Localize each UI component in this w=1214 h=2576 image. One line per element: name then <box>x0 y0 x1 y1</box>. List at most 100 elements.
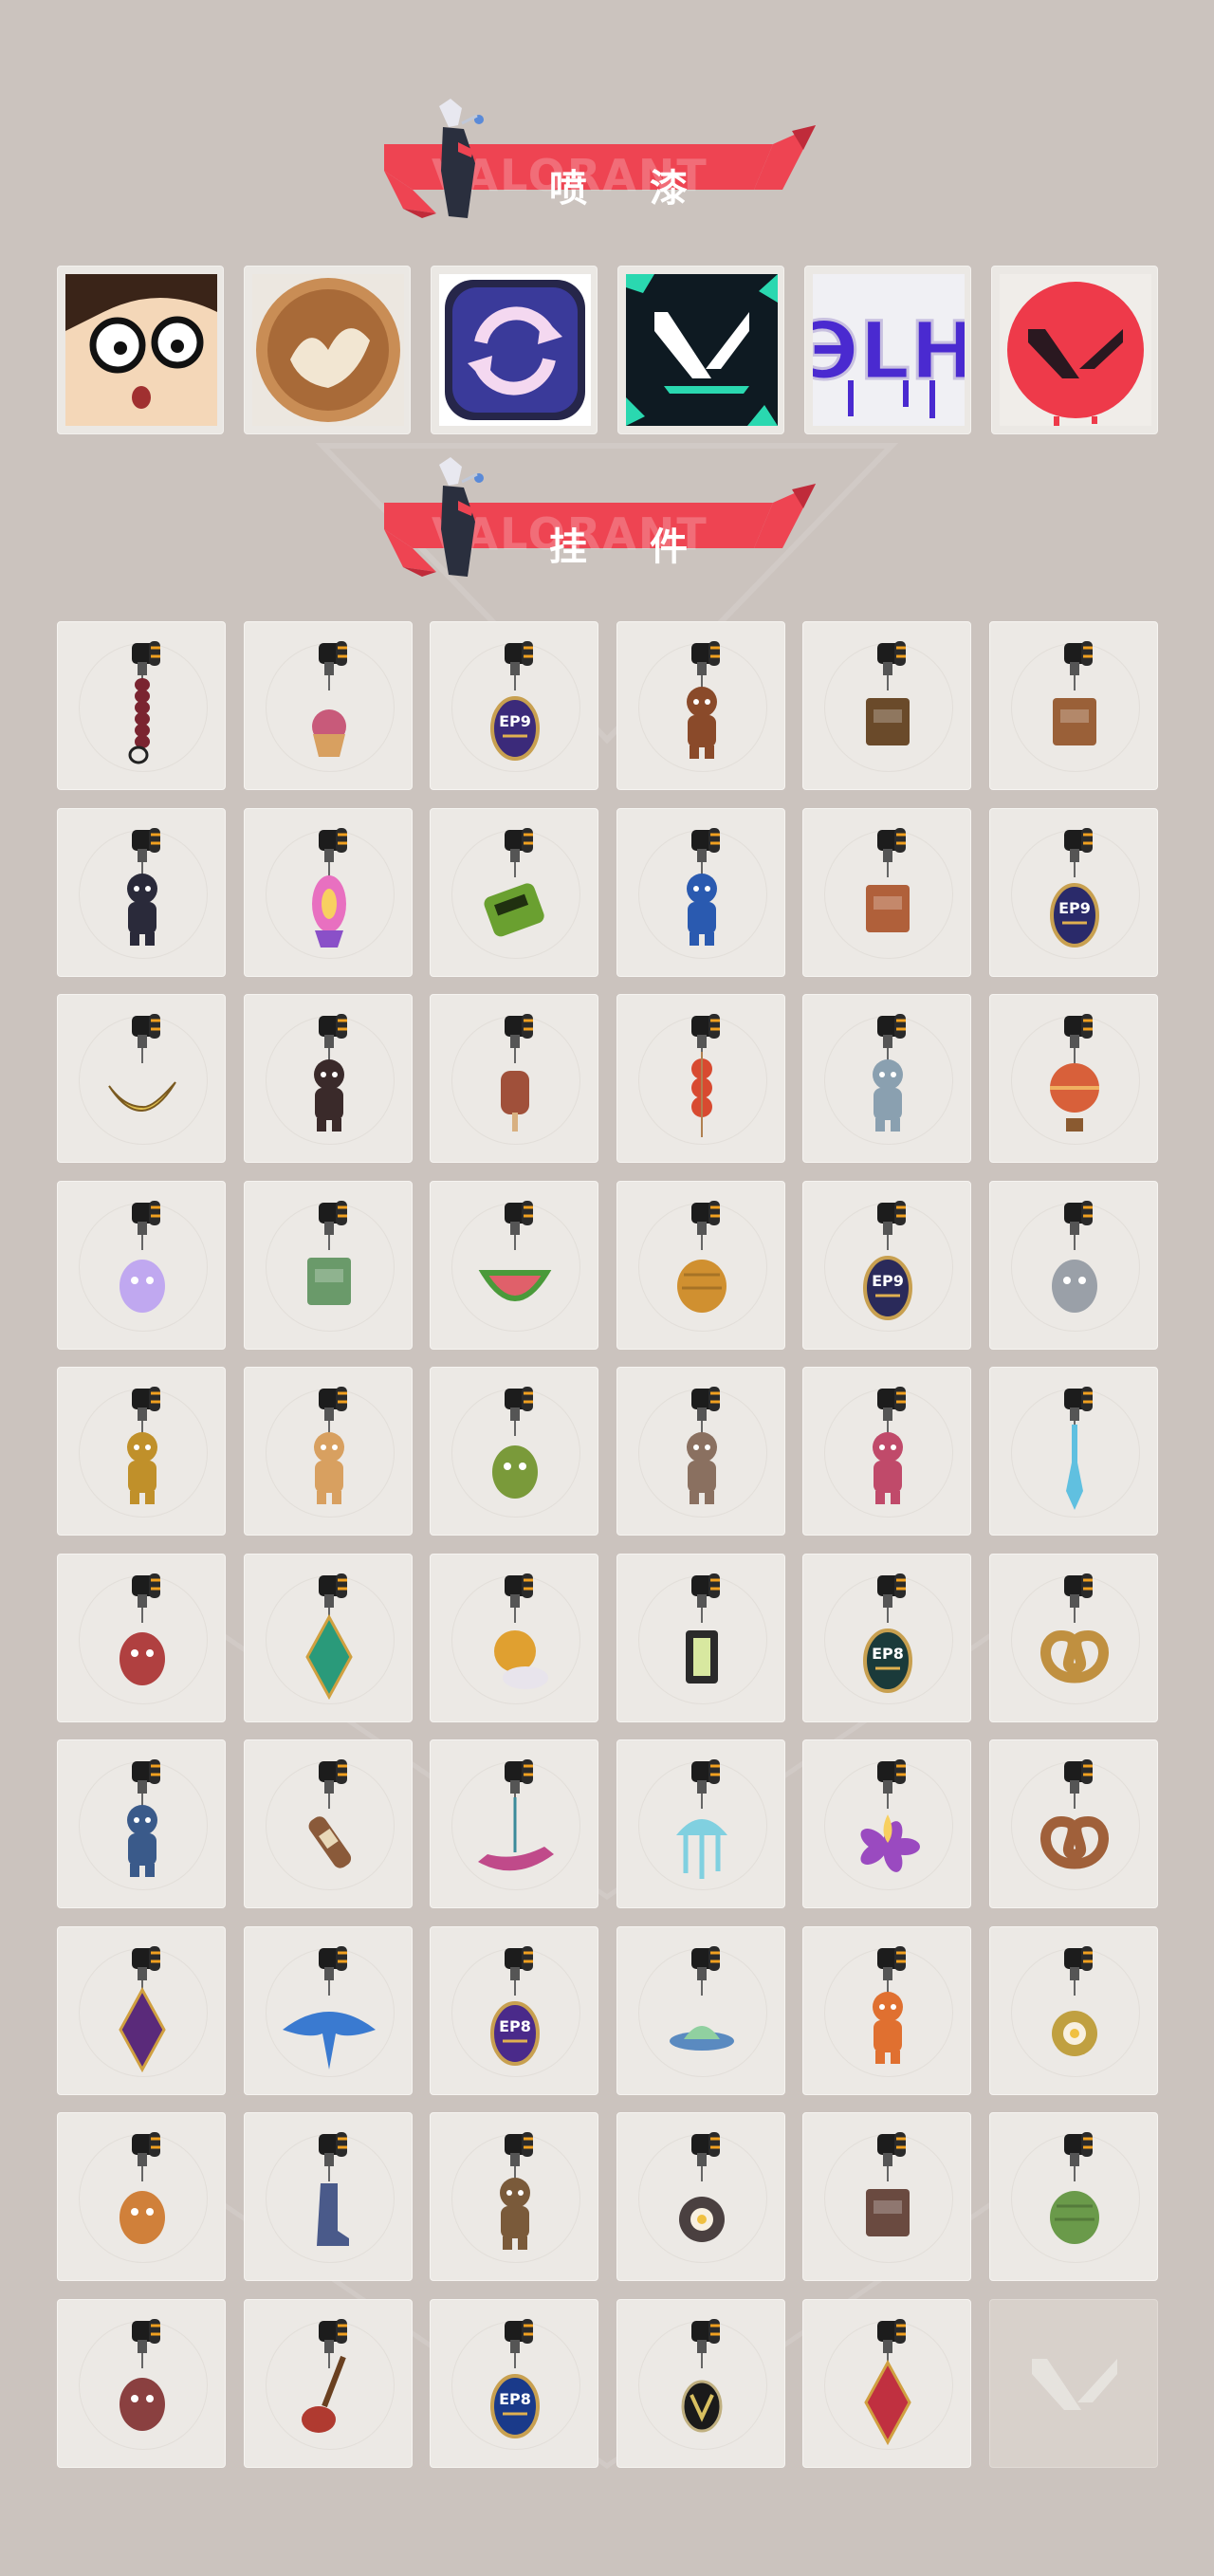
charm-tile[interactable] <box>802 1367 971 1536</box>
charm-tile[interactable] <box>802 808 971 977</box>
charm-tile[interactable]: EP8 <box>802 1554 971 1722</box>
cartoon-face-icon <box>65 274 217 426</box>
charm-tile[interactable] <box>616 2299 785 2468</box>
charm-tile[interactable] <box>430 1181 598 1350</box>
svg-text:ЭLH: ЭLH <box>813 304 965 397</box>
lunchbox-gadget-icon <box>866 641 910 745</box>
charm-tile[interactable] <box>244 994 413 1163</box>
charm-tile[interactable]: EP8 <box>430 2299 598 2468</box>
ufo-icon <box>670 1946 734 2051</box>
charm-tile[interactable] <box>989 1739 1158 1908</box>
green-crystal-icon <box>305 1573 353 1701</box>
cat-in-pod-icon <box>120 2319 165 2431</box>
svg-text:EP9: EP9 <box>872 1272 904 1290</box>
charm-tile[interactable] <box>57 621 226 790</box>
charm-tile[interactable] <box>989 1181 1158 1350</box>
charm-tile[interactable] <box>430 2112 598 2281</box>
charm-tile[interactable]: EP9 <box>989 808 1158 977</box>
charm-tile[interactable] <box>616 1926 785 2095</box>
charm-tile[interactable]: EP9 <box>802 1181 971 1350</box>
charm-tile[interactable] <box>989 994 1158 1163</box>
charm-tile[interactable] <box>989 1367 1158 1536</box>
hot-air-balloon-icon <box>1050 1014 1099 1132</box>
charm-tile[interactable] <box>616 1181 785 1350</box>
charm-tile[interactable] <box>244 1554 413 1722</box>
spray-tile[interactable] <box>57 266 224 434</box>
charm-tile[interactable] <box>989 2112 1158 2281</box>
agent-figure-icon <box>439 99 484 218</box>
charm-tile[interactable] <box>57 1367 226 1536</box>
sprays-section-header: VALORANT 喷 漆 <box>375 95 820 218</box>
charm-tile[interactable] <box>57 1554 226 1722</box>
charm-tile[interactable] <box>57 2112 226 2281</box>
charm-tile[interactable] <box>989 1554 1158 1722</box>
charm-tile[interactable] <box>989 621 1158 790</box>
purple-flower-flame-icon <box>860 1759 920 1872</box>
astronaut-icon <box>687 828 720 946</box>
charm-tile[interactable] <box>989 1926 1158 2095</box>
target-box-icon <box>866 2132 910 2236</box>
charm-tile[interactable] <box>802 1926 971 2095</box>
charm-tile[interactable] <box>430 994 598 1163</box>
pretzel-gold-icon <box>1040 1573 1109 1684</box>
charm-tile[interactable] <box>57 1181 226 1350</box>
lava-lamp-icon <box>312 828 347 948</box>
blue-boot-icon <box>317 2132 349 2246</box>
charm-tile[interactable] <box>430 1739 598 1908</box>
dark-feather-doll-icon <box>314 1014 347 1132</box>
spray-tile[interactable]: ЭLH <box>804 266 971 434</box>
spray-tile[interactable] <box>244 266 411 434</box>
svg-text:EP8: EP8 <box>872 1645 904 1663</box>
charm-tile[interactable] <box>244 621 413 790</box>
charm-tile[interactable] <box>616 808 785 977</box>
charm-tile[interactable] <box>244 1181 413 1350</box>
pretzel-brown-icon <box>1040 1759 1109 1869</box>
ice-blade-icon <box>1064 1387 1093 1510</box>
tiger-cub-icon <box>873 1946 906 2064</box>
spray-tile[interactable] <box>991 266 1158 434</box>
bear-with-bell-icon <box>687 641 720 759</box>
cupcake-icon <box>312 641 347 757</box>
charm-tile[interactable] <box>244 1926 413 2095</box>
charm-tile[interactable] <box>802 1739 971 1908</box>
charm-tile[interactable] <box>430 808 598 977</box>
charm-tile[interactable] <box>616 1367 785 1536</box>
purple-graffiti-icon: ЭLH <box>813 274 965 426</box>
charm-tile[interactable] <box>57 1926 226 2095</box>
charm-tile[interactable] <box>244 2299 413 2468</box>
frying-pan-egg-icon <box>1052 1946 1097 2056</box>
valorant-logo-teal-icon <box>626 274 778 426</box>
charm-tile[interactable] <box>802 621 971 790</box>
charm-tile[interactable] <box>802 994 971 1163</box>
pan-with-food-icon <box>679 2132 725 2242</box>
charm-tile[interactable] <box>57 994 226 1163</box>
charm-tile[interactable] <box>802 2299 971 2468</box>
charm-tile[interactable] <box>616 2112 785 2281</box>
charm-tile[interactable] <box>616 621 785 790</box>
charm-tile[interactable] <box>616 1554 785 1722</box>
spray-tile[interactable] <box>617 266 784 434</box>
charm-tile[interactable] <box>616 994 785 1163</box>
charm-tile[interactable]: EP9 <box>430 621 598 790</box>
charm-tile[interactable]: EP8 <box>430 1926 598 2095</box>
charm-tile[interactable] <box>430 1554 598 1722</box>
charm-tile[interactable] <box>57 1739 226 1908</box>
charm-tile[interactable] <box>244 2112 413 2281</box>
charm-tile[interactable] <box>57 2299 226 2468</box>
manta-ray-icon <box>283 1946 376 2070</box>
charm-tile[interactable] <box>244 1739 413 1908</box>
red-valorant-drip-icon <box>1000 274 1151 426</box>
jellyfish-icon <box>676 1759 727 1879</box>
charm-tile[interactable] <box>57 808 226 977</box>
charm-tile[interactable] <box>244 1367 413 1536</box>
charm-tile[interactable] <box>244 808 413 977</box>
cardboard-box-icon <box>1053 641 1096 745</box>
empty-charm-slot[interactable] <box>989 2299 1158 2468</box>
dark-eye-gem-icon <box>119 1946 166 2073</box>
spray-tile[interactable] <box>431 266 598 434</box>
sun-cloud-icon <box>494 1573 548 1689</box>
watermelon-slice-icon <box>478 1201 552 1301</box>
charm-tile[interactable] <box>616 1739 785 1908</box>
charm-tile[interactable] <box>802 2112 971 2281</box>
charm-tile[interactable] <box>430 1367 598 1536</box>
